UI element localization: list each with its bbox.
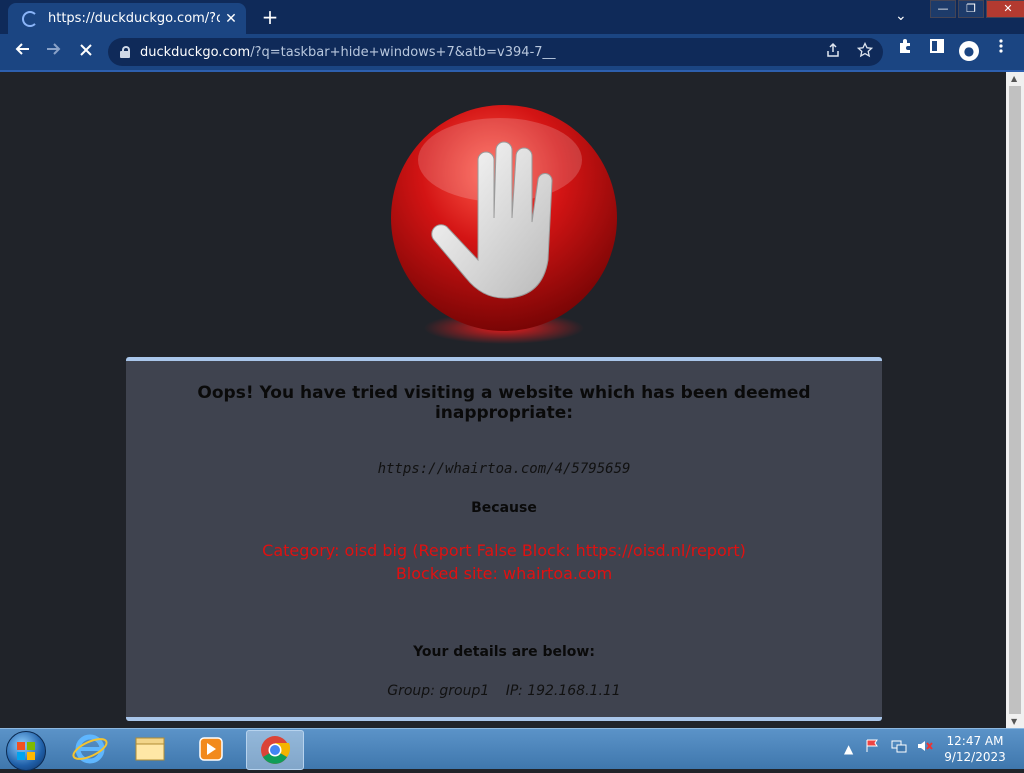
window-controls: — ❐ ✕ [928,0,1024,18]
url-domain: duckduckgo.com [140,44,251,60]
back-button[interactable] [6,36,38,68]
system-tray: ▲ [844,739,933,756]
minimize-button[interactable]: — [930,0,956,18]
file-explorer-icon [135,737,165,761]
block-category: Category: oisd big (Report False Block: … [262,541,746,560]
new-tab-button[interactable]: + [258,5,282,29]
address-bar[interactable]: duckduckgo.com/?q=taskbar+hide+windows+7… [108,38,883,66]
media-player-icon [199,737,223,761]
stop-loading-button[interactable] [70,36,102,68]
menu-kebab-icon[interactable] [996,38,1006,54]
windows-start-icon [17,742,35,760]
restore-button[interactable]: ❐ [958,0,984,18]
taskbar-chrome[interactable] [246,730,304,770]
url-text[interactable]: duckduckgo.com/?q=taskbar+hide+windows+7… [140,45,556,60]
taskbar-internet-explorer[interactable] [62,730,118,768]
user-details: Group: group1 IP: 192.168.1.11 [126,683,882,699]
block-notice-panel: Oops! You have tried visiting a website … [126,357,882,721]
group-value: Group: group1 [387,683,490,699]
clock-time: 12:47 AM [946,734,1004,748]
close-window-button[interactable]: ✕ [986,0,1024,18]
extensions-icon[interactable] [897,38,913,54]
stop-hand-icon [391,105,617,344]
back-arrow-icon [15,43,29,55]
tab-close-button[interactable]: ✕ [220,11,242,27]
show-hidden-icons-icon[interactable]: ▲ [844,742,853,756]
loading-spinner-icon [22,10,38,27]
start-button[interactable] [6,731,46,771]
forward-arrow-icon [47,43,61,55]
scroll-up-arrow-icon[interactable]: ▲ [1011,74,1017,83]
lock-icon[interactable] [120,46,130,58]
profile-avatar-icon[interactable]: ● [959,41,979,61]
windows-taskbar: ▲ 12:47 AM 9/12/2023 [0,728,1024,771]
side-panel-icon[interactable] [929,38,945,54]
forward-button[interactable] [38,36,70,68]
page-scrollbar[interactable]: ▲ ▼ [1006,72,1024,728]
chrome-icon [261,736,291,764]
tab-title: https://duckduckgo.com/?q=task [48,11,220,26]
url-path: /?q=taskbar+hide+windows+7&atb=v394-7__ [250,44,556,60]
tab-duckduckgo[interactable]: https://duckduckgo.com/?q=task ✕ [8,3,246,34]
clock-date: 9/12/2023 [944,750,1006,764]
blocked-url: https://whairtoa.com/4/5795659 [377,461,631,477]
tab-strip: https://duckduckgo.com/?q=task ✕ + ⌄ — ❐… [0,0,1024,34]
internet-explorer-icon [72,734,108,764]
bookmark-star-icon[interactable] [857,42,873,58]
tab-search-button[interactable]: ⌄ [895,8,907,24]
scroll-down-arrow-icon[interactable]: ▼ [1011,717,1017,726]
block-heading: Oops! You have tried visiting a website … [197,383,811,423]
taskbar-media-player[interactable] [182,730,238,768]
block-reason: Category: oisd big (Report False Block: … [126,539,882,585]
volume-muted-icon[interactable] [917,739,933,753]
taskbar-clock[interactable]: 12:47 AM 9/12/2023 [940,733,1010,765]
details-label: Your details are below: [413,644,595,660]
browser-toolbar: duckduckgo.com/?q=taskbar+hide+windows+7… [0,34,1024,70]
scrollbar-thumb[interactable] [1009,86,1021,714]
ip-value: IP: 192.168.1.11 [505,683,621,699]
stop-x-icon [80,44,92,56]
action-center-flag-icon[interactable] [865,739,881,753]
network-icon[interactable] [891,739,907,753]
because-label: Because [471,500,537,516]
blocked-site: Blocked site: whairtoa.com [395,564,613,583]
share-icon[interactable] [825,42,841,58]
taskbar-file-explorer[interactable] [122,730,178,768]
